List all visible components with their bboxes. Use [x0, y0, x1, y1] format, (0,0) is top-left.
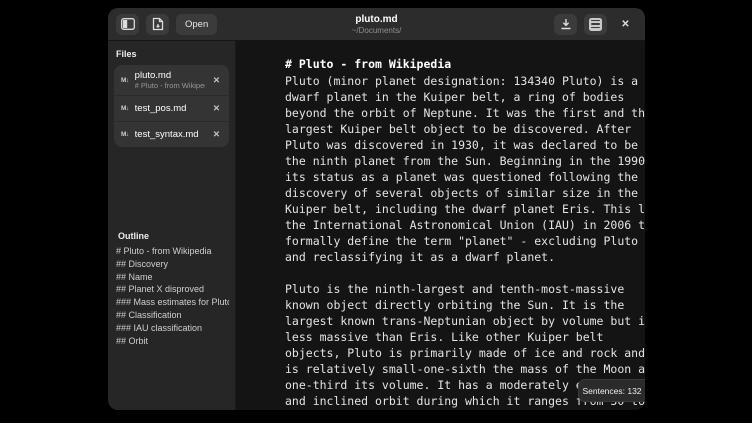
menu-icon	[589, 18, 602, 31]
editor-line: beyond the orbit of Neptune. It was the …	[285, 105, 645, 121]
outline-item[interactable]: ## Orbit	[116, 335, 229, 348]
file-close-button[interactable]: ✕	[211, 127, 222, 142]
file-row-test-syntax[interactable]: M↓ test_syntax.md ✕	[114, 122, 229, 147]
outline-item[interactable]: ## Name	[116, 271, 229, 284]
outline-list: # Pluto - from Wikipedia ## Discovery ##…	[116, 245, 229, 347]
editor-line: formally define the term "planet" - excl…	[285, 233, 645, 249]
window-title: pluto.md	[355, 14, 397, 26]
file-subtitle: # Pluto - from Wikipedia	[135, 81, 205, 90]
editor-line: known object directly orbiting the Sun. …	[285, 297, 645, 313]
sentence-count-badge: Sentences: 132	[578, 379, 645, 402]
editor-line: Pluto was discovered in 1930, it was dec…	[285, 137, 645, 153]
outline-item[interactable]: ### Mass estimates for Pluto	[116, 296, 229, 309]
toggle-sidebar-button[interactable]	[116, 14, 139, 35]
close-icon: ✕	[621, 19, 629, 30]
markdown-icon: M↓	[121, 77, 129, 84]
editor-line: the ninth planet from the Sun. Beginning…	[285, 153, 645, 169]
editor-line: largest Kuiper belt object to be discove…	[285, 121, 645, 137]
titlebar-title-area: pluto.md ~/Documents/	[352, 8, 402, 41]
editor-line: less massive than Eris. Like other Kuipe…	[285, 329, 645, 345]
file-name: test_syntax.md	[135, 129, 205, 140]
editor-line: Pluto (minor planet designation: 134340 …	[285, 73, 645, 89]
outline-item[interactable]: ## Planet X disproved	[116, 283, 229, 296]
app-window: Open pluto.md ~/Documents/	[108, 8, 645, 410]
new-document-icon	[152, 17, 164, 31]
outline-item[interactable]: ### IAU classification	[116, 322, 229, 335]
open-button[interactable]: Open	[176, 14, 217, 35]
editor-line: its status as a planet was questioned fo…	[285, 169, 645, 185]
close-window-button[interactable]: ✕	[614, 14, 637, 35]
file-close-button[interactable]: ✕	[211, 101, 222, 116]
markdown-icon: M↓	[121, 131, 129, 138]
editor-line: dwarf planet in the Kuiper belt, a ring …	[285, 89, 645, 105]
titlebar-left-group: Open	[116, 14, 217, 35]
editor-line: the International Astronomical Union (IA…	[285, 217, 645, 233]
file-close-button[interactable]: ✕	[211, 73, 222, 88]
outline-item[interactable]: ## Discovery	[116, 258, 229, 271]
file-list: M↓ pluto.md # Pluto - from Wikipedia ✕ M…	[114, 65, 229, 147]
editor-line: and reclassifying it as a dwarf planet.	[285, 249, 645, 265]
main-menu-button[interactable]	[584, 14, 607, 35]
files-header: Files	[114, 47, 229, 65]
file-row-test-pos[interactable]: M↓ test_pos.md ✕	[114, 96, 229, 122]
markdown-heading: # Pluto - from Wikipedia	[285, 55, 645, 73]
new-document-button[interactable]	[146, 14, 169, 35]
outline-item[interactable]: # Pluto - from Wikipedia	[116, 245, 229, 258]
markdown-icon: M↓	[121, 105, 129, 112]
paragraph-gap	[285, 265, 645, 281]
editor-line: Kuiper belt, including the dwarf planet …	[285, 201, 645, 217]
editor-line: Pluto is the ninth-largest and tenth-mos…	[285, 281, 645, 297]
titlebar-right-group: ✕	[554, 14, 637, 35]
window-subtitle: ~/Documents/	[352, 26, 402, 36]
sentence-count-label: Sentences: 132	[582, 386, 641, 396]
desktop-background: Open pluto.md ~/Documents/	[0, 0, 752, 423]
editor-line: largest known trans-Neptunian object by …	[285, 313, 645, 329]
download-icon	[560, 18, 572, 30]
editor-line: is relatively small-one-sixth the mass o…	[285, 361, 645, 377]
editor-line: objects, Pluto is primarily made of ice …	[285, 345, 645, 361]
sidebar-toggle-icon	[121, 18, 135, 30]
editor-textarea[interactable]: # Pluto - from Wikipedia Pluto (minor pl…	[237, 41, 645, 410]
file-name: test_pos.md	[135, 103, 205, 114]
editor-line: discovery of several objects of similar …	[285, 185, 645, 201]
sidebar: Files M↓ pluto.md # Pluto - from Wikiped…	[108, 41, 236, 410]
outline-item[interactable]: ## Classification	[116, 309, 229, 322]
file-name: pluto.md	[135, 70, 205, 81]
save-button[interactable]	[554, 14, 577, 35]
file-row-pluto[interactable]: M↓ pluto.md # Pluto - from Wikipedia ✕	[114, 65, 229, 96]
titlebar: Open pluto.md ~/Documents/	[108, 8, 645, 41]
